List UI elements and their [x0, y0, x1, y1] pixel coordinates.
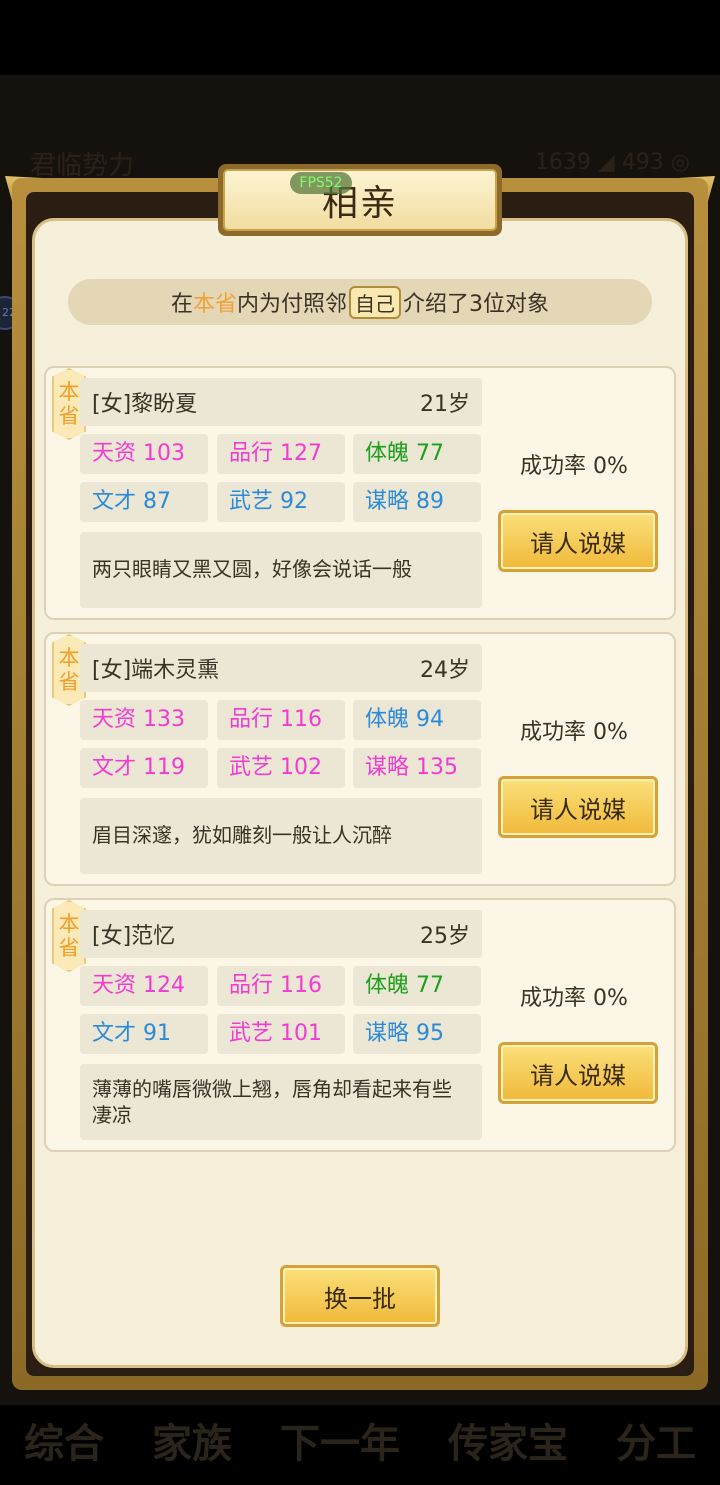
stat-physique: 体魄 77: [353, 966, 481, 1006]
background-title: 君临势力: [30, 151, 135, 181]
stat-martial: 武艺 101: [217, 1014, 345, 1054]
refresh-batch-button[interactable]: 换一批: [280, 1265, 440, 1327]
nav-item: 家族: [152, 1421, 232, 1467]
intro-banner: 在 本省 内为付照邻 自己 介绍了3位对象: [68, 279, 652, 325]
matchmaker-button[interactable]: 请人说媒: [498, 510, 658, 572]
fps-counter: FPS52: [290, 172, 352, 194]
matchmaker-button[interactable]: 请人说媒: [498, 1042, 658, 1104]
stat-morality: 品行 116: [217, 700, 345, 740]
stat-martial: 武艺 102: [217, 748, 345, 788]
candidate-age: 24岁: [420, 658, 470, 683]
matchmaker-button[interactable]: 请人说媒: [498, 776, 658, 838]
candidate-name: [女]范忆: [92, 924, 176, 949]
candidate-description: 薄薄的嘴唇微微上翘，唇角却看起来有些凄凉: [80, 1064, 482, 1140]
candidate-description: 两只眼睛又黑又圆，好像会说话一般: [80, 532, 482, 608]
candidate-name-bar: [女]范忆 25岁: [80, 910, 482, 958]
candidate-card: 本 省 [女]黎盼夏 21岁 天资 103 品行 127 体魄 77 文才 87…: [44, 366, 676, 620]
intro-province: 本省: [192, 292, 237, 317]
stat-literary: 文才 119: [80, 748, 208, 788]
nav-item: 分工: [616, 1421, 696, 1467]
candidate-card: 本 省 [女]端木灵熏 24岁 天资 133 品行 116 体魄 94 文才 1…: [44, 632, 676, 886]
intro-suffix: 介绍了3位对象: [403, 292, 550, 317]
candidate-description: 眉目深邃，犹如雕刻一般让人沉醉: [80, 798, 482, 874]
intro-self-tag: 自己: [349, 285, 402, 319]
background-bottom-nav: 综合 家族 下一年 传家宝 分工: [0, 1395, 720, 1485]
stat-strategy: 谋略 89: [353, 482, 481, 522]
candidate-name: [女]黎盼夏: [92, 392, 198, 417]
stat-morality: 品行 116: [217, 966, 345, 1006]
candidate-age: 21岁: [420, 392, 470, 417]
stat-literary: 文才 87: [80, 482, 208, 522]
success-rate: 成功率 0%: [520, 720, 628, 745]
intro-middle: 内为付照邻: [237, 292, 348, 317]
stat-martial: 武艺 92: [217, 482, 345, 522]
stat-literary: 文才 91: [80, 1014, 208, 1054]
stat-physique: 体魄 77: [353, 434, 481, 474]
candidate-name: [女]端木灵熏: [92, 658, 220, 683]
background-resource-stats: 1639 ◢ 493 ◎: [534, 150, 690, 175]
candidate-age: 25岁: [420, 924, 470, 949]
stat-strategy: 谋略 135: [353, 748, 481, 788]
nav-item: 下一年: [280, 1421, 400, 1467]
stat-talent: 天资 133: [80, 700, 208, 740]
success-rate: 成功率 0%: [520, 986, 628, 1011]
success-rate: 成功率 0%: [520, 454, 628, 479]
stat-talent: 天资 124: [80, 966, 208, 1006]
nav-item: 传家宝: [448, 1421, 568, 1467]
dialog-title-plaque: 相亲: [218, 164, 502, 236]
stat-strategy: 谋略 95: [353, 1014, 481, 1054]
candidate-card: 本 省 [女]范忆 25岁 天资 124 品行 116 体魄 77 文才 91 …: [44, 898, 676, 1152]
intro-prefix: 在: [170, 292, 193, 317]
stat-physique: 体魄 94: [353, 700, 481, 740]
candidate-name-bar: [女]端木灵熏 24岁: [80, 644, 482, 692]
stat-morality: 品行 127: [217, 434, 345, 474]
nav-item: 综合: [24, 1421, 104, 1467]
stat-talent: 天资 103: [80, 434, 208, 474]
candidate-name-bar: [女]黎盼夏 21岁: [80, 378, 482, 426]
